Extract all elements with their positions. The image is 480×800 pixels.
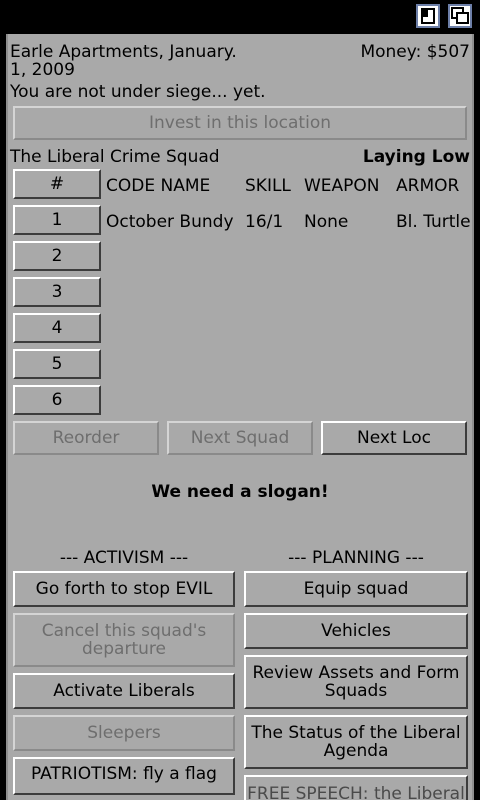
liberal-agenda-button[interactable]: The Status of the Liberal Agenda [244, 715, 468, 769]
vehicles-button[interactable]: Vehicles [244, 613, 468, 649]
title-bar [0, 0, 480, 34]
header-code-name: CODE NAME [106, 176, 211, 196]
go-forth-button[interactable]: Go forth to stop EVIL [13, 571, 235, 607]
header-skill: SKILL [245, 176, 291, 196]
cascade-icon[interactable] [448, 4, 472, 28]
next-squad-button[interactable]: Next Squad [167, 421, 313, 455]
patriotism-button[interactable]: PATRIOTISM: fly a flag [13, 757, 235, 795]
sleepers-button[interactable]: Sleepers [13, 715, 235, 751]
base-panel: Earle Apartments, January. 1, 2009 Money… [6, 34, 474, 800]
money-display: Money: $507 [360, 42, 470, 62]
equip-squad-button[interactable]: Equip squad [244, 571, 468, 607]
activism-header: --- ACTIVISM --- [59, 548, 189, 568]
slot-button-2[interactable]: 2 [13, 241, 101, 271]
invest-button[interactable]: Invest in this location [13, 106, 467, 140]
slot-button-1[interactable]: 1 [13, 205, 101, 235]
planning-header: --- PLANNING --- [288, 548, 424, 568]
squad-name: The Liberal Crime Squad [10, 147, 220, 167]
member-skill: 16/1 [245, 212, 284, 232]
member-armor: Bl. Turtle [396, 212, 471, 232]
next-location-button[interactable]: Next Loc [321, 421, 467, 455]
restore-icon[interactable] [416, 4, 440, 28]
location-name: Earle Apartments, January. [10, 42, 237, 62]
slot-button-5[interactable]: 5 [13, 349, 101, 379]
header-weapon: WEAPON [304, 176, 380, 196]
member-weapon: None [304, 212, 349, 232]
header-armor: ARMOR [396, 176, 460, 196]
location-date: 1, 2009 [10, 60, 75, 80]
squad-status: Laying Low [362, 147, 470, 167]
slot-header-button[interactable]: # [13, 169, 101, 199]
siege-status: You are not under siege... yet. [10, 82, 266, 102]
activate-liberals-button[interactable]: Activate Liberals [13, 673, 235, 709]
free-speech-button[interactable]: FREE SPEECH: the Liberal [244, 775, 468, 800]
slot-button-3[interactable]: 3 [13, 277, 101, 307]
member-code-name: October Bundy [106, 212, 234, 232]
reorder-button[interactable]: Reorder [13, 421, 159, 455]
cancel-departure-button[interactable]: Cancel this squad's departure [13, 613, 235, 667]
slot-button-4[interactable]: 4 [13, 313, 101, 343]
slogan-text: We need a slogan! [151, 482, 329, 502]
slot-button-6[interactable]: 6 [13, 385, 101, 415]
review-assets-button[interactable]: Review Assets and Form Squads [244, 655, 468, 709]
